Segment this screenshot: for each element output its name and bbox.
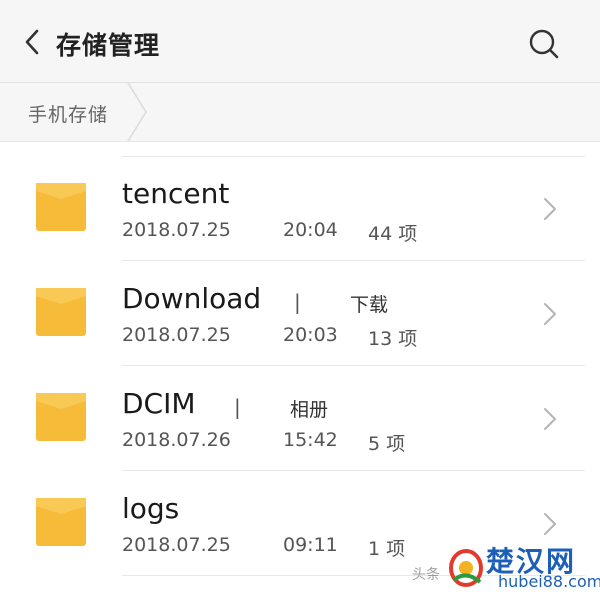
folder-date: 2018.07.26 [122, 429, 231, 451]
folder-icon [36, 498, 86, 546]
folder-name: Download [122, 282, 262, 315]
folder-time: 20:03 [283, 324, 338, 346]
folder-item-count: 1 项 [368, 538, 406, 560]
alias-separator: | [234, 395, 241, 419]
breadcrumb-separator-icon [127, 83, 147, 141]
folder-time: 15:42 [283, 429, 338, 451]
alias-separator: | [294, 290, 301, 314]
folder-row-dcim[interactable]: DCIM | 相册 2018.07.26 15:42 5 项 [0, 367, 600, 471]
folder-date: 2018.07.25 [122, 534, 231, 556]
folder-alias: 下载 [350, 294, 389, 316]
watermark-logo-icon [449, 549, 483, 587]
folder-name: tencent [122, 177, 230, 210]
row-divider [122, 470, 585, 471]
chevron-right-icon [544, 408, 556, 430]
folder-date: 2018.07.25 [122, 324, 231, 346]
folder-icon [36, 393, 86, 441]
chevron-right-icon [544, 303, 556, 325]
watermark-caption: 头条 [412, 567, 440, 583]
chevron-left-icon [25, 29, 39, 55]
folder-name: logs [122, 492, 180, 525]
page-title: 存储管理 [56, 31, 161, 60]
watermark: 头条 楚汉网 hubei88.com [412, 540, 600, 592]
folder-alias: 相册 [290, 399, 329, 421]
watermark-domain: hubei88.com [498, 572, 600, 591]
folder-time: 20:04 [283, 219, 338, 241]
folder-name: DCIM [122, 387, 196, 420]
folder-icon [36, 183, 86, 231]
app-header: 存储管理 [0, 0, 600, 83]
search-icon [529, 29, 559, 59]
row-divider [122, 260, 585, 261]
breadcrumb: 手机存储 [0, 83, 600, 142]
folder-icon [36, 288, 86, 336]
chevron-right-icon [544, 198, 556, 220]
folder-time: 09:11 [283, 534, 338, 556]
folder-date: 2018.07.25 [122, 219, 231, 241]
folder-item-count: 44 项 [368, 223, 418, 245]
folder-item-count: 5 项 [368, 433, 406, 455]
back-button[interactable] [14, 24, 50, 60]
folder-item-count: 13 项 [368, 328, 418, 350]
row-divider [122, 365, 585, 366]
folder-row-tencent[interactable]: tencent 2018.07.25 20:04 44 项 [0, 157, 600, 261]
chevron-right-icon [544, 513, 556, 535]
breadcrumb-item-phone-storage[interactable]: 手机存储 [28, 100, 108, 127]
folder-row-download[interactable]: Download | 下载 2018.07.25 20:03 13 项 [0, 262, 600, 366]
search-button[interactable] [524, 24, 564, 64]
